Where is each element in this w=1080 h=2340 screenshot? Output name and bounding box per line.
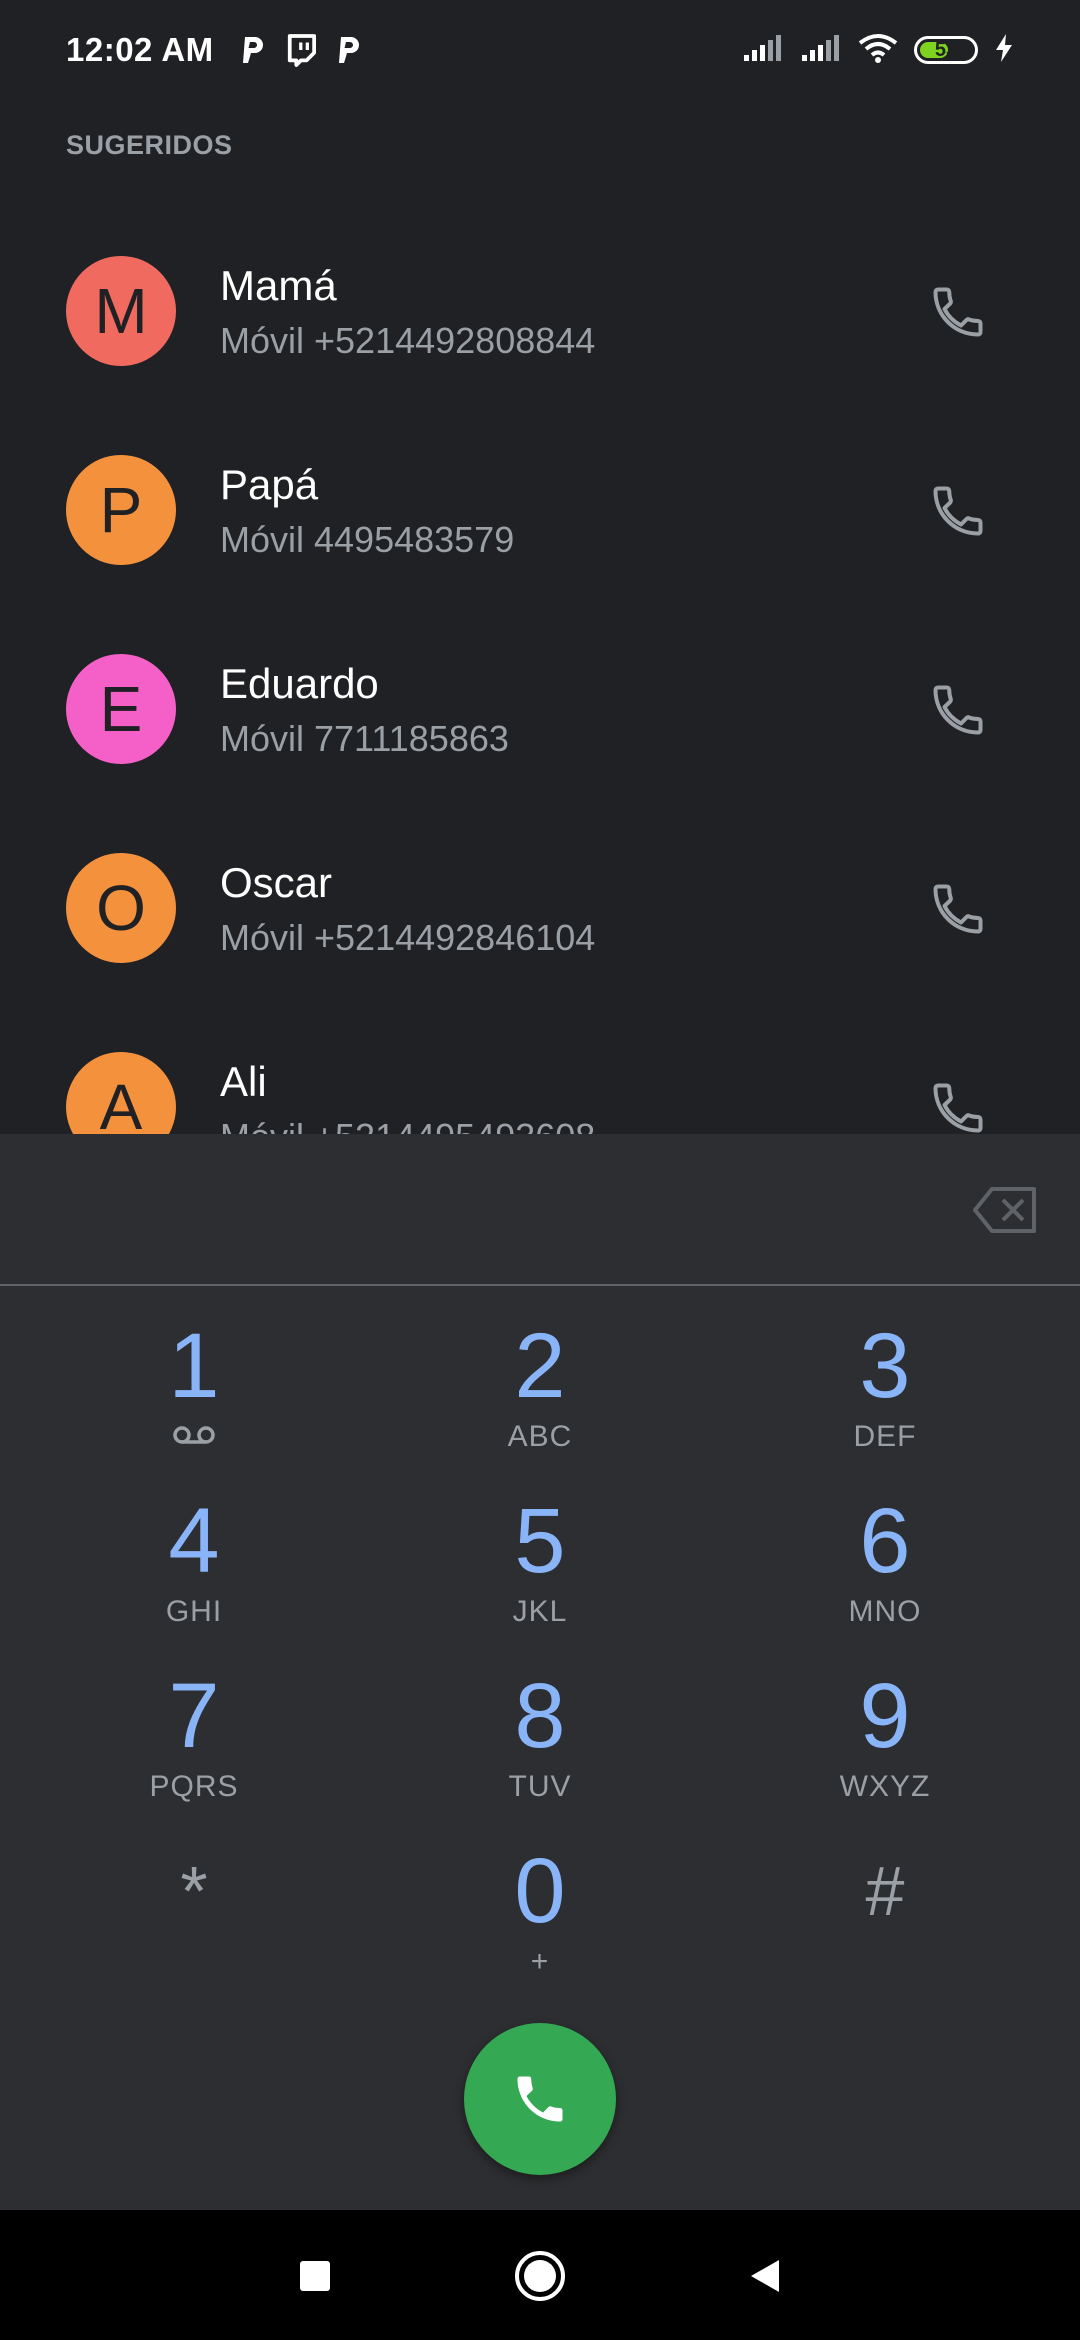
- key-digit: 7: [168, 1665, 220, 1767]
- dialpad-key[interactable]: 2 ABC: [400, 1316, 680, 1486]
- suggested-contacts-list: M Mamá Móvil +5214492808844 P Papá Móvil 4495…: [0, 212, 1080, 1134]
- signal-icon: [800, 33, 842, 68]
- avatar: M: [66, 256, 176, 366]
- key-digit: *: [180, 1852, 208, 1930]
- dialed-number-field[interactable]: [0, 1134, 1080, 1284]
- p-app-icon: [334, 33, 364, 67]
- dialpad-key[interactable]: 6 MNO: [745, 1491, 1025, 1661]
- contact-row[interactable]: P Papá Móvil 4495483579: [0, 411, 1080, 610]
- suggestions-heading: SUGERIDOS: [66, 130, 233, 160]
- phone-icon: [517, 2076, 563, 2122]
- key-letters: TUV: [508, 1770, 572, 1803]
- call-button[interactable]: [464, 2023, 616, 2175]
- key-digit: 8: [514, 1665, 566, 1767]
- dialpad-key[interactable]: 9 WXYZ: [745, 1666, 1025, 1836]
- key-digit: 1: [168, 1315, 220, 1417]
- notification-icons: [238, 33, 364, 67]
- dialpad-key[interactable]: 7 PQRS: [54, 1666, 334, 1836]
- dialpad-key[interactable]: #: [745, 1841, 1025, 2011]
- contact-name: Papá: [220, 461, 319, 508]
- key-letters: MNO: [848, 1595, 922, 1628]
- home-circle-icon[interactable]: [510, 2246, 570, 2306]
- key-digit: 3: [859, 1315, 911, 1417]
- contact-phone-detail: Móvil +5214492808844: [220, 320, 596, 361]
- dialpad-key[interactable]: 5 JKL: [400, 1491, 680, 1661]
- contact-phone-detail: Móvil 4495483579: [220, 519, 515, 560]
- recents-square-icon[interactable]: [285, 2246, 345, 2306]
- status-time: 12:02 AM: [66, 31, 214, 68]
- phone-dialer-screen: 12:02 AM 53 SUGERIDOS M Mamá Móvil +5214…: [0, 0, 1080, 2340]
- phone-icon[interactable]: [928, 680, 988, 740]
- contact-row[interactable]: A Ali Móvil +5214495493608: [0, 1008, 1080, 1134]
- twitch-icon: [286, 33, 316, 67]
- key-digit: 5: [514, 1490, 566, 1592]
- contact-phone-detail: Móvil 7711185863: [220, 718, 509, 759]
- phone-icon[interactable]: [928, 481, 988, 541]
- key-digit: 0: [514, 1840, 566, 1942]
- dialpad-key[interactable]: 3 DEF: [745, 1316, 1025, 1486]
- key-letters: WXYZ: [839, 1770, 931, 1803]
- contact-phone-detail: Móvil +5214492846104: [220, 917, 596, 958]
- dialpad-divider: [0, 1284, 1080, 1286]
- phone-icon[interactable]: [928, 282, 988, 342]
- signal-icon: [742, 33, 784, 68]
- backspace-icon[interactable]: [972, 1186, 1038, 1234]
- key-letters: DEF: [853, 1420, 917, 1453]
- charging-bolt-icon: [994, 33, 1014, 68]
- battery-indicator: 53: [914, 36, 978, 64]
- wifi-icon: [858, 33, 898, 68]
- voicemail-icon: [172, 1424, 216, 1451]
- dialpad-key[interactable]: 8 TUV: [400, 1666, 680, 1836]
- back-triangle-icon[interactable]: [735, 2246, 795, 2306]
- contact-row[interactable]: E Eduardo Móvil 7711185863: [0, 610, 1080, 809]
- contact-phone-detail: Móvil +5214495493608: [220, 1116, 595, 1134]
- key-digit: 4: [168, 1490, 220, 1592]
- battery-level: 53: [934, 38, 958, 61]
- key-letters: GHI: [165, 1595, 223, 1628]
- contact-name: Eduardo: [220, 660, 379, 707]
- contact-name: Mamá: [220, 262, 337, 309]
- avatar: P: [66, 455, 176, 565]
- navigation-bar: [0, 2210, 1080, 2340]
- phone-icon[interactable]: [928, 879, 988, 939]
- key-letters: PQRS: [149, 1770, 239, 1803]
- dialpad-key[interactable]: 0 +: [400, 1841, 680, 2011]
- p-app-icon: [238, 33, 268, 67]
- contact-name: Oscar: [220, 859, 333, 906]
- key-letters: JKL: [512, 1595, 568, 1628]
- system-status-icons: 53: [742, 33, 1014, 68]
- key-digit: #: [865, 1852, 905, 1930]
- dialpad-key[interactable]: *: [54, 1841, 334, 2011]
- key-digit: 6: [859, 1490, 911, 1592]
- dialpad-key[interactable]: 4 GHI: [54, 1491, 334, 1661]
- contact-name: Ali: [220, 1058, 267, 1105]
- status-bar: 12:02 AM 53: [0, 0, 1080, 100]
- avatar: E: [66, 654, 176, 764]
- contact-row[interactable]: M Mamá Móvil +5214492808844: [0, 212, 1080, 411]
- dialpad: 1 2 ABC 3 DEF 4 GHI 5 JKL 6 MNO 7 PQRS 8 TUV 9 WXYZ * 0 + #: [0, 1134, 1080, 2210]
- dialpad-key[interactable]: 1: [54, 1316, 334, 1486]
- contact-row[interactable]: O Oscar Móvil +5214492846104: [0, 809, 1080, 1008]
- phone-icon[interactable]: [928, 1078, 988, 1134]
- key-digit: 2: [514, 1315, 566, 1417]
- avatar: A: [66, 1052, 176, 1134]
- key-letters: ABC: [507, 1420, 573, 1453]
- key-digit: 9: [859, 1665, 911, 1767]
- key-letters: +: [530, 1945, 550, 1978]
- avatar: O: [66, 853, 176, 963]
